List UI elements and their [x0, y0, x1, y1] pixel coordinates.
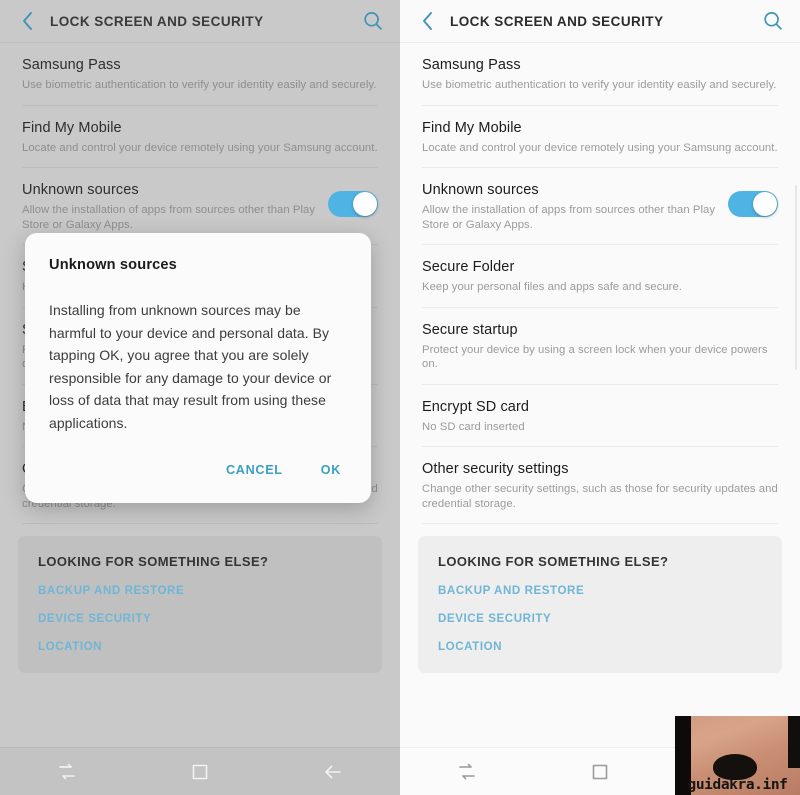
looking-for-card-title: LOOKING FOR SOMETHING ELSE? [438, 554, 669, 569]
recents-button[interactable] [42, 755, 92, 789]
dialog-body-text: Installing from unknown sources may be h… [49, 302, 332, 431]
list-scrollbar[interactable] [795, 185, 797, 370]
row-subtitle: Protect your device by using a screen lo… [422, 343, 768, 371]
looking-for-card-wrap: LOOKING FOR SOMETHING ELSE? BACKUP AND R… [400, 524, 800, 673]
row-text: Find My Mobile Locate and control your d… [422, 119, 778, 156]
back-arrow-icon [325, 765, 342, 778]
home-button[interactable] [175, 755, 225, 789]
row-subtitle: Use biometric authentication to verify y… [422, 79, 777, 91]
row-text: Secure startup Protect your device by us… [422, 321, 778, 372]
row-title: Encrypt SD card [422, 398, 530, 415]
row-title: Samsung Pass [22, 57, 121, 73]
left-page-title: LOCK SCREEN AND SECURITY [50, 13, 264, 29]
overlay-watermark-image: guidakra.inf [675, 716, 800, 795]
toggle-knob [353, 192, 377, 216]
row-text: Secure Folder Keep your personal files a… [422, 258, 778, 295]
left-app-header: LOCK SCREEN AND SECURITY [0, 0, 400, 42]
search-icon[interactable] [360, 8, 386, 34]
link-backup-and-restore[interactable]: BACKUP AND RESTORE [38, 584, 362, 597]
unknown-sources-dialog: Unknown sources Installing from unknown … [25, 233, 371, 503]
looking-for-something-else-card: LOOKING FOR SOMETHING ELSE? BACKUP AND R… [418, 536, 782, 673]
home-button[interactable] [575, 755, 625, 789]
recents-icon [58, 763, 75, 779]
row-subtitle: Keep your personal files and apps safe a… [422, 281, 682, 293]
link-device-security[interactable]: DEVICE SECURITY [38, 612, 362, 625]
row-title: Secure Folder [422, 259, 515, 275]
chevron-left-icon-svg [422, 12, 432, 30]
setting-row-encrypt-sd-card[interactable]: Encrypt SD card No SD card inserted [400, 385, 800, 447]
recents-icon [458, 763, 475, 779]
right-phone-panel: LOCK SCREEN AND SECURITY Samsung Pass Us… [400, 0, 800, 795]
setting-row-samsung-pass[interactable]: Samsung Pass Use biometric authenticatio… [0, 43, 400, 105]
row-title: Secure startup [422, 321, 518, 338]
dialog-ok-button[interactable]: OK [315, 459, 347, 481]
row-title: Find My Mobile [22, 119, 122, 136]
watermark-text: guidakra.inf [687, 777, 788, 793]
search-icon-svg [364, 12, 382, 30]
row-subtitle: Locate and control your device remotely … [22, 141, 378, 154]
row-text: Unknown sources Allow the installation o… [422, 181, 718, 232]
row-text: Find My Mobile Locate and control your d… [22, 119, 378, 156]
right-app-header: LOCK SCREEN AND SECURITY [400, 0, 800, 42]
link-location[interactable]: LOCATION [38, 640, 362, 653]
row-subtitle: Allow the installation of apps from sour… [22, 204, 316, 231]
row-title: Unknown sources [422, 182, 539, 198]
home-square-icon [192, 764, 208, 779]
back-chevron-icon[interactable] [14, 8, 40, 34]
looking-for-something-else-card: LOOKING FOR SOMETHING ELSE? BACKUP AND R… [18, 536, 382, 673]
row-text: Encrypt SD card No SD card inserted [422, 398, 778, 435]
looking-for-card-title: LOOKING FOR SOMETHING ELSE? [38, 554, 269, 569]
row-text: Other security settings Change other sec… [422, 460, 778, 511]
row-text: Unknown sources Allow the installation o… [22, 181, 318, 232]
setting-row-find-my-mobile[interactable]: Find My Mobile Locate and control your d… [0, 106, 400, 168]
link-location[interactable]: LOCATION [438, 640, 762, 653]
toggle-knob [753, 192, 777, 216]
recents-button[interactable] [442, 755, 492, 789]
link-device-security[interactable]: DEVICE SECURITY [438, 612, 762, 625]
right-page-title: LOCK SCREEN AND SECURITY [450, 13, 664, 29]
row-subtitle: Use biometric authentication to verify y… [22, 79, 377, 91]
unknown-sources-toggle[interactable] [728, 191, 778, 217]
chevron-left-icon-svg [22, 12, 32, 30]
unknown-sources-toggle[interactable] [328, 191, 378, 217]
dialog-cancel-button[interactable]: CANCEL [220, 459, 289, 481]
right-settings-list: Samsung Pass Use biometric authenticatio… [400, 43, 800, 673]
row-title: Samsung Pass [422, 57, 521, 73]
link-backup-and-restore[interactable]: BACKUP AND RESTORE [438, 584, 762, 597]
left-phone-panel: LOCK SCREEN AND SECURITY Samsung Pass Us… [0, 0, 400, 795]
setting-row-secure-startup[interactable]: Secure startup Protect your device by us… [400, 308, 800, 384]
row-text: Samsung Pass Use biometric authenticatio… [22, 56, 378, 93]
setting-row-samsung-pass[interactable]: Samsung Pass Use biometric authenticatio… [400, 43, 800, 105]
left-system-navbar [0, 747, 400, 795]
setting-row-other-security-settings[interactable]: Other security settings Change other sec… [400, 447, 800, 523]
row-subtitle: Locate and control your device remotely … [422, 141, 778, 154]
search-icon[interactable] [760, 8, 786, 34]
row-subtitle: No SD card inserted [422, 420, 525, 433]
search-icon-svg [764, 12, 782, 30]
watermark-shade-right [788, 716, 800, 768]
looking-for-card-wrap: LOOKING FOR SOMETHING ELSE? BACKUP AND R… [0, 524, 400, 673]
row-title: Other security settings [422, 461, 569, 477]
setting-row-unknown-sources[interactable]: Unknown sources Allow the installation o… [400, 168, 800, 244]
dialog-actions: CANCEL OK [49, 459, 347, 495]
row-title: Find My Mobile [422, 119, 522, 136]
screenshot-root: LOCK SCREEN AND SECURITY Samsung Pass Us… [0, 0, 800, 795]
setting-row-secure-folder[interactable]: Secure Folder Keep your personal files a… [400, 245, 800, 307]
setting-row-find-my-mobile[interactable]: Find My Mobile Locate and control your d… [400, 106, 800, 168]
home-square-icon [592, 764, 608, 779]
dialog-title: Unknown sources [49, 257, 177, 273]
back-button[interactable] [308, 755, 358, 789]
row-subtitle: Allow the installation of apps from sour… [422, 204, 716, 231]
back-chevron-icon[interactable] [414, 8, 440, 34]
row-subtitle: Change other security settings, such as … [422, 483, 778, 510]
row-title: Unknown sources [22, 182, 139, 198]
row-text: Samsung Pass Use biometric authenticatio… [422, 56, 778, 93]
